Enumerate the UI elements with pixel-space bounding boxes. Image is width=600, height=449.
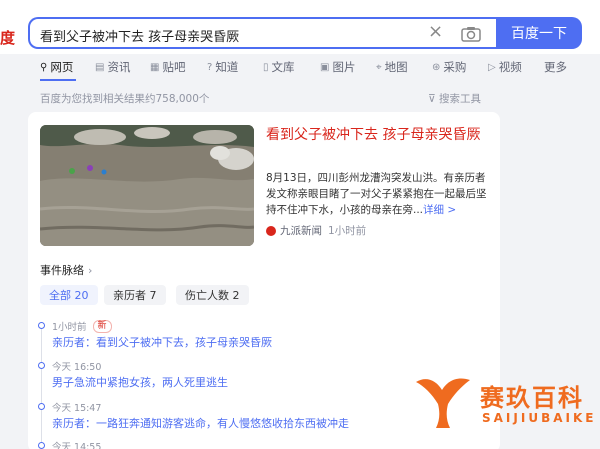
events-header[interactable]: 事件脉络 › [40, 262, 92, 278]
tab-map[interactable]: ⌖ 地图 [376, 59, 408, 75]
timeline-line [41, 324, 42, 449]
chip-witness[interactable]: 亲历者 7 [104, 285, 166, 305]
timeline-dot [38, 403, 45, 410]
search-box[interactable]: 看到父子被冲下去 孩子母亲哭昏厥 × [28, 17, 498, 49]
camera-icon[interactable] [461, 26, 481, 42]
news-icon: ▤ [95, 61, 105, 73]
map-pin-icon: ⌖ [376, 61, 382, 73]
timeline-dot [38, 362, 45, 369]
tab-zhidao[interactable]: ? 知道 [207, 59, 238, 75]
source-logo-icon [266, 225, 276, 236]
document-icon: ▯ [263, 61, 269, 73]
tab-video[interactable]: ▷ 视频 [488, 59, 522, 75]
cart-icon: ⊛ [432, 61, 441, 73]
more-link[interactable]: 详细 > [423, 204, 456, 216]
timeline-link[interactable]: 亲历者：一路狂奔通知游客逃命，有人慢悠悠收拾东西被冲走 [52, 415, 349, 431]
new-badge: 新 [92, 319, 112, 333]
timeline-dot [38, 442, 45, 449]
whale-tail-logo-icon [416, 378, 470, 428]
news-image[interactable] [40, 125, 254, 246]
tab-more[interactable]: 更多 [544, 59, 567, 75]
tab-wenku[interactable]: ▯ 文库 [263, 59, 295, 75]
tab-purchase[interactable]: ⊛ 采购 [432, 59, 466, 75]
filter-icon: ⊽ [428, 93, 436, 105]
result-count: 百度为您找到相关结果约758,000个 [40, 93, 210, 105]
chip-casualties[interactable]: 伤亡人数 2 [176, 285, 249, 305]
timeline-dot [38, 322, 45, 329]
tab-images[interactable]: ▣ 图片 [320, 59, 355, 75]
search-input[interactable]: 看到父子被冲下去 孩子母亲哭昏厥 [40, 26, 239, 45]
video-icon: ▷ [488, 61, 496, 73]
watermark-en: SAIJIUBAIKE [482, 411, 597, 425]
tab-web[interactable]: ⚲ 网页 [40, 59, 73, 75]
tab-tieba[interactable]: ▦ 贴吧 [150, 59, 185, 75]
watermark: 赛玖百科 SAIJIUBAIKE [412, 374, 600, 446]
tab-news[interactable]: ▤ 资讯 [95, 59, 130, 75]
news-summary: 8月13日，四川彭州龙漕沟突发山洪。有亲历者发文称亲眼目睹了一对父子紧紧抱在一起… [266, 172, 487, 216]
clear-icon[interactable]: × [428, 21, 443, 42]
baidu-logo[interactable]: 度 [0, 27, 15, 48]
flood-photo [40, 125, 254, 246]
active-tab-indicator [40, 79, 76, 81]
top-bar: 度 看到父子被冲下去 孩子母亲哭昏厥 × 百度一下 [0, 0, 600, 54]
search-icon: ⚲ [40, 61, 48, 73]
question-icon: ? [207, 61, 213, 73]
search-tools-button[interactable]: ⊽ 搜索工具 [428, 91, 481, 106]
watermark-cn: 赛玖百科 [480, 384, 584, 412]
news-title[interactable]: 看到父子被冲下去 孩子母亲哭昏厥 [266, 125, 488, 145]
timeline-link[interactable]: 亲历者：看到父子被冲下去，孩子母亲哭昏厥 [52, 334, 272, 350]
chip-all[interactable]: 全部 20 [40, 285, 98, 305]
search-button[interactable]: 百度一下 [496, 17, 582, 49]
timeline-link[interactable]: 男子急流中紧抱女孩，两人死里逃生 [52, 374, 228, 390]
image-icon: ▣ [320, 61, 330, 73]
news-source: 九派新闻 1小时前 [266, 223, 366, 238]
tieba-icon: ▦ [150, 61, 160, 73]
chevron-right-icon: › [88, 264, 93, 277]
